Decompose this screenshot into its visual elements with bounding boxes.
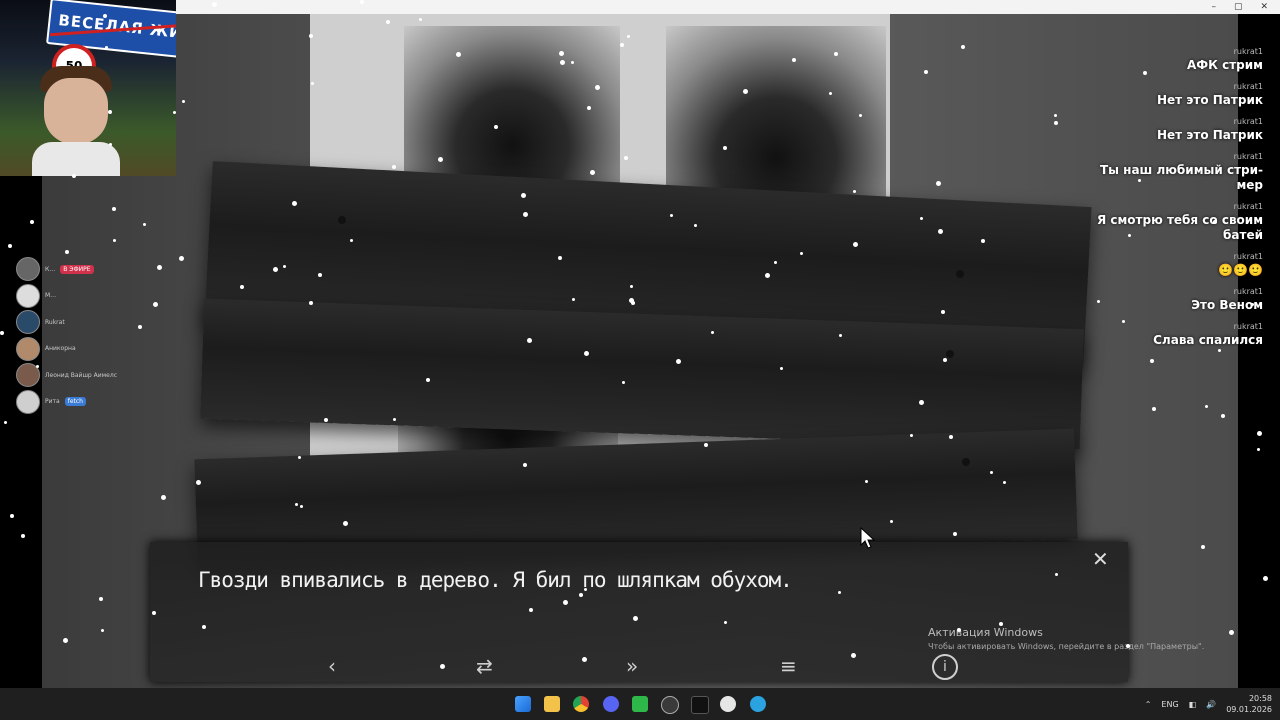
chat-message: rukrat1 Слава спалился [1073, 321, 1263, 347]
chat-username: rukrat1 [1233, 252, 1263, 261]
voice-user[interactable]: Rukrat [16, 309, 176, 336]
chat-message: rukrat1 Я смотрю тебя со своим батей [1073, 201, 1263, 243]
chat-text: Нет это Патрик [1156, 128, 1263, 142]
chat-username: rukrat1 [1233, 202, 1263, 211]
activation-subtitle: Чтобы активировать Windows, перейдите в … [928, 642, 1205, 651]
snowflake [10, 514, 14, 518]
chat-text: Ты наш любимый стри- мер [1099, 163, 1263, 192]
emote-row: 🙂🙂🙂 [1073, 263, 1263, 278]
voice-user[interactable]: К… В ЭФИРЕ [16, 256, 176, 283]
stream-chat: rukrat1 АФК стрим rukrat1 Нет это Патрик… [1073, 46, 1263, 347]
avatar [16, 389, 40, 414]
chat-username: rukrat1 [1233, 82, 1263, 91]
snowflake [1257, 431, 1262, 436]
chat-message: rukrat1 Нет это Патрик [1073, 81, 1263, 108]
chat-text: Я смотрю тебя со своим батей [1096, 213, 1263, 242]
chat-text: Нет это Патрик [1156, 93, 1263, 107]
voice-user-name: M… [45, 292, 57, 300]
voice-user[interactable]: Леонид Вайшр Аимелс [16, 362, 176, 389]
app-icon[interactable] [632, 696, 648, 712]
chat-username: rukrat1 [1233, 117, 1263, 126]
menu-button[interactable]: ≡ [780, 654, 797, 678]
chat-message: rukrat1 Ты наш любимый стри- мер [1073, 151, 1263, 193]
snowflake [21, 534, 25, 538]
chat-username: rukrat1 [1233, 322, 1263, 331]
snowflake [30, 220, 34, 224]
avatar [16, 336, 40, 361]
window-controls: – ▢ ✕ [1211, 0, 1280, 14]
chat-username: rukrat1 [1233, 47, 1263, 56]
voice-channel-panel: К… В ЭФИРЕ M… Rukrat Аникорна Леонид Вай… [16, 256, 176, 415]
discord-icon[interactable] [603, 696, 619, 712]
emote-icon: 🙂🙂🙂 [1218, 263, 1263, 277]
chat-username: rukrat1 [1233, 287, 1263, 296]
minimize-button[interactable]: – [1211, 0, 1216, 14]
file-explorer-icon[interactable] [544, 696, 560, 712]
window-titlebar: – ▢ ✕ [176, 0, 1280, 14]
network-icon[interactable]: ◧ [1189, 700, 1197, 709]
nail [946, 350, 954, 358]
tray-chevron-icon[interactable]: ⌃ [1145, 700, 1152, 709]
snowflake [0, 331, 4, 335]
snowflake [1263, 576, 1268, 581]
windows-start-icon[interactable] [515, 696, 531, 712]
chat-message: rukrat1 Это Веном [1073, 286, 1263, 313]
voice-user-name: К… [45, 265, 56, 273]
back-button[interactable]: ‹ [328, 654, 336, 678]
dialogue-text: Гвозди впивались в дерево. Я бил по шляп… [198, 568, 793, 592]
avatar [16, 257, 40, 282]
system-tray: ⌃ ENG ◧ 🔊 20:58 09.01.2026 [1145, 688, 1272, 720]
taskbar: ⌃ ENG ◧ 🔊 20:58 09.01.2026 [0, 688, 1280, 720]
info-icon: i [943, 659, 947, 675]
terminal-icon[interactable] [691, 696, 709, 714]
chat-message: rukrat1 АФК стрим [1073, 46, 1263, 73]
webcam-overlay: ВЕСЕЛАЯ ЖИЗ 50 [0, 0, 176, 176]
nail [956, 270, 964, 278]
voice-user[interactable]: Аникорна [16, 336, 176, 363]
voice-user-name: Rukrat [45, 318, 65, 326]
voice-user[interactable]: M… [16, 283, 176, 310]
chat-username: rukrat1 [1233, 152, 1263, 161]
auto-play-button[interactable]: ⇄ [476, 654, 493, 678]
avatar [16, 310, 40, 335]
chat-text: АФК стрим [1186, 58, 1263, 72]
snowflake [1257, 448, 1260, 451]
nail [338, 216, 346, 224]
volume-icon[interactable]: 🔊 [1206, 700, 1216, 709]
chrome-icon[interactable] [573, 696, 589, 712]
maximize-button[interactable]: ▢ [1234, 0, 1243, 14]
avatar [16, 283, 40, 308]
obs-icon[interactable] [720, 696, 736, 712]
chat-message: rukrat1 🙂🙂🙂 [1073, 251, 1263, 278]
clock-time: 20:58 [1248, 694, 1272, 703]
telegram-icon[interactable] [750, 696, 766, 712]
language-indicator[interactable]: ENG [1161, 700, 1178, 709]
activation-title: Активация Windows [928, 626, 1043, 639]
road-sign-text: ВЕСЕЛАЯ ЖИЗ [57, 11, 176, 44]
close-window-button[interactable]: ✕ [1260, 0, 1268, 14]
mouse-cursor-icon [860, 527, 876, 549]
info-button[interactable]: i [932, 654, 958, 680]
activity-badge: fetch [64, 397, 86, 407]
voice-user-name: Аникорна [45, 345, 76, 353]
snowflake [4, 421, 7, 424]
windows-activation-watermark: Активация Windows Чтобы активировать Win… [928, 626, 1204, 651]
voice-user[interactable]: Рита fetch [16, 389, 176, 416]
skip-button[interactable]: » [626, 654, 638, 678]
voice-user-name: Рита [45, 398, 60, 406]
chat-text: Это Веном [1191, 298, 1263, 312]
steam-icon[interactable] [661, 696, 679, 714]
chat-text: Слава спалился [1153, 333, 1263, 347]
streamer-portrait [32, 66, 120, 176]
clock[interactable]: 20:58 09.01.2026 [1226, 693, 1272, 715]
live-badge: В ЭФИРЕ [60, 264, 94, 274]
chat-message: rukrat1 Нет это Патрик [1073, 116, 1263, 143]
nail [962, 458, 970, 466]
voice-user-name: Леонид Вайшр Аимелс [45, 371, 118, 379]
clock-date: 09.01.2026 [1226, 705, 1272, 714]
dialogue-box[interactable] [150, 542, 1128, 682]
avatar [16, 363, 40, 388]
snowflake [8, 244, 12, 248]
close-dialog-button[interactable]: ✕ [1092, 547, 1109, 571]
